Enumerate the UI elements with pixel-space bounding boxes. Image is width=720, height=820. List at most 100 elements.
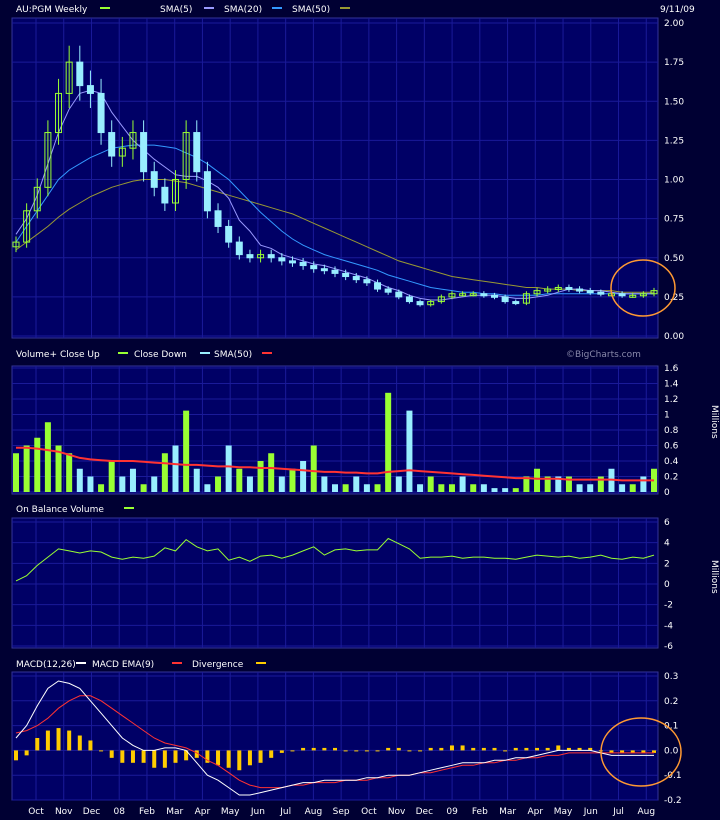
legend-sma20: SMA(20) bbox=[224, 5, 262, 15]
x-tick-label: May bbox=[221, 807, 240, 817]
volume-bar bbox=[236, 468, 243, 492]
divergence-bar bbox=[439, 747, 444, 751]
volume-y-axis: 0 0.2 0.4 0.6 0.8 1 1.2 1.4 1.6 bbox=[664, 364, 679, 498]
x-tick-label: Jun bbox=[583, 807, 598, 817]
y-tick-label: 1.50 bbox=[664, 97, 684, 107]
divergence-bar bbox=[279, 750, 284, 753]
candle-body bbox=[108, 132, 116, 157]
x-tick-label: Nov bbox=[388, 807, 406, 817]
divergence-bar bbox=[67, 730, 72, 751]
legend-sma50-swatch bbox=[340, 7, 350, 9]
y-tick-label: 1.25 bbox=[664, 136, 684, 146]
y-tick-label: -0.2 bbox=[664, 796, 682, 806]
volume-bar bbox=[34, 437, 41, 492]
y-tick-label: 1.2 bbox=[664, 395, 678, 405]
volume-bar bbox=[619, 484, 626, 492]
y-tick-label: 0.50 bbox=[664, 254, 684, 264]
volume-bar bbox=[119, 476, 126, 492]
divergence-bar bbox=[364, 750, 369, 752]
volume-bar bbox=[640, 476, 647, 492]
candle-body bbox=[299, 261, 307, 267]
chart-canvas: 0.000.250.500.751.001.251.501.752.00 AU:… bbox=[0, 0, 720, 820]
volume-bar bbox=[534, 468, 541, 492]
volume-bar bbox=[193, 468, 200, 492]
y-tick-label: 1 bbox=[664, 411, 670, 421]
candle-body bbox=[501, 296, 509, 303]
divergence-bar bbox=[88, 740, 93, 751]
chart-date: 9/11/09 bbox=[660, 5, 695, 15]
volume-bar bbox=[278, 476, 285, 492]
y-tick-label: -6 bbox=[664, 642, 673, 652]
y-tick-label: 1.75 bbox=[664, 58, 684, 68]
x-tick-label: 09 bbox=[446, 807, 458, 817]
volume-bar bbox=[257, 461, 264, 492]
divergence-bar bbox=[322, 747, 327, 751]
divergence-bar bbox=[481, 747, 486, 751]
divergence-bar bbox=[141, 750, 146, 763]
volume-bar bbox=[353, 476, 360, 492]
divergence-bar bbox=[556, 745, 561, 751]
divergence-bar bbox=[449, 745, 454, 751]
volume-bar bbox=[151, 476, 158, 492]
volume-legend-close-up: Close Up bbox=[60, 350, 100, 360]
y-tick-label: 4 bbox=[664, 539, 670, 549]
y-tick-label: 0 bbox=[664, 488, 670, 498]
divergence-bar bbox=[545, 747, 550, 751]
volume-bar bbox=[470, 484, 477, 492]
divergence-bar bbox=[216, 750, 221, 766]
candle-body bbox=[267, 254, 275, 259]
divergence-bar bbox=[535, 747, 540, 751]
divergence-bar bbox=[524, 747, 529, 751]
divergence-bar bbox=[396, 747, 401, 751]
y-tick-label: 0.0 bbox=[664, 746, 679, 756]
x-tick-label: Nov bbox=[55, 807, 73, 817]
volume-bar bbox=[427, 476, 434, 492]
candle-body bbox=[352, 276, 360, 281]
x-tick-label: Dec bbox=[416, 807, 433, 817]
candle-body bbox=[576, 288, 584, 292]
divergence-bar bbox=[109, 750, 114, 758]
macd-legend-divergence-swatch bbox=[256, 662, 266, 664]
price-legend-swatch bbox=[100, 7, 110, 9]
x-tick-label: Aug bbox=[305, 807, 323, 817]
divergence-bar bbox=[471, 747, 476, 751]
divergence-bar bbox=[290, 750, 295, 752]
y-tick-label: 1.6 bbox=[664, 364, 679, 374]
volume-bar bbox=[289, 468, 296, 492]
candle-body bbox=[565, 286, 573, 290]
price-panel: 0.000.250.500.751.001.251.501.752.00 bbox=[11, 17, 684, 342]
x-axis-labels: Oct Nov Dec 08 Feb Mar Apr May Jun Jul Aug Sep Oct No… bbox=[28, 807, 655, 817]
y-tick-label: 2 bbox=[664, 559, 670, 569]
volume-bar bbox=[161, 453, 168, 492]
divergence-bar bbox=[460, 745, 465, 751]
divergence-bar bbox=[492, 747, 497, 751]
x-tick-label: Mar bbox=[166, 807, 183, 817]
y-tick-label: 2.00 bbox=[664, 19, 684, 29]
volume-bar bbox=[183, 410, 190, 492]
divergence-bar bbox=[333, 747, 337, 751]
macd-legend-ema: MACD EMA(9) bbox=[92, 660, 154, 670]
legend-sma20-swatch bbox=[272, 7, 282, 9]
obv-y-label: Millions bbox=[709, 560, 719, 594]
volume-bar bbox=[406, 410, 413, 492]
legend-sma50: SMA(50) bbox=[292, 5, 330, 15]
volume-bar bbox=[204, 484, 211, 492]
x-tick-label: Apr bbox=[195, 807, 211, 817]
y-tick-label: 0.3 bbox=[664, 672, 678, 682]
candle-body bbox=[342, 272, 350, 278]
y-tick-label: 1.4 bbox=[664, 380, 679, 390]
volume-bar bbox=[268, 453, 275, 492]
volume-y-label: Millions bbox=[709, 405, 719, 439]
divergence-bar bbox=[407, 750, 412, 752]
x-tick-label: Mar bbox=[499, 807, 516, 817]
volume-legend-volume: Volume+ bbox=[16, 350, 57, 360]
volume-bar bbox=[374, 484, 381, 492]
obv-legend-swatch bbox=[124, 507, 134, 509]
divergence-bar bbox=[226, 750, 231, 768]
y-tick-label: -4 bbox=[664, 621, 673, 631]
volume-bar bbox=[98, 484, 105, 492]
divergence-bar bbox=[120, 750, 125, 763]
x-tick-label: Apr bbox=[528, 807, 544, 817]
candle-body bbox=[480, 293, 488, 297]
macd-legend-divergence: Divergence bbox=[192, 660, 244, 670]
